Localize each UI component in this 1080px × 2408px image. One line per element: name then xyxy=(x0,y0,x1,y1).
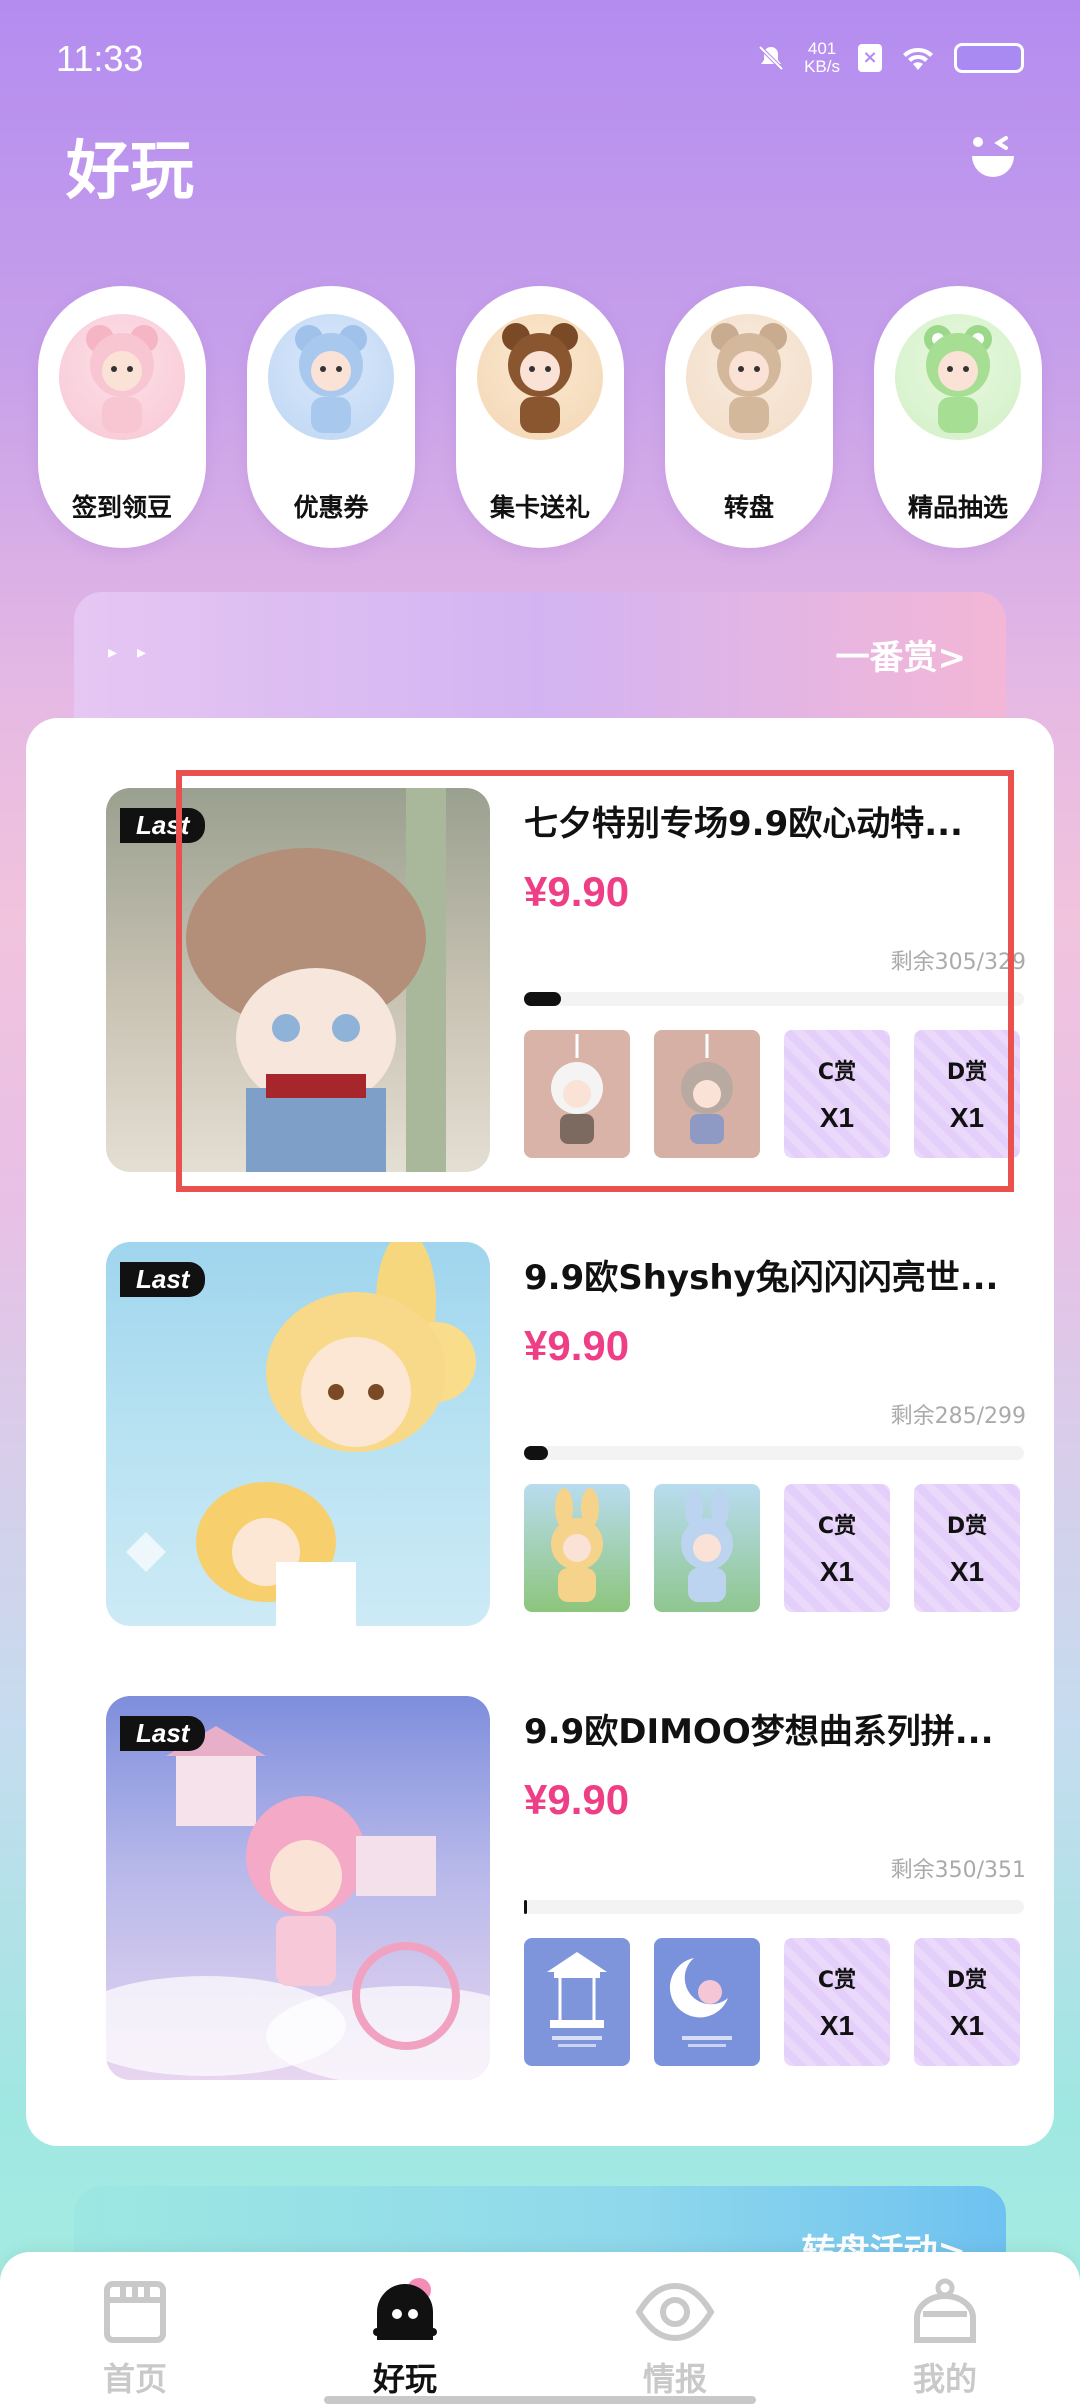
eye-icon xyxy=(635,2282,715,2342)
progress-fill xyxy=(524,1900,527,1914)
mascot-pink-icon xyxy=(59,314,185,440)
banner-sparkle-icon: ▸▸ xyxy=(108,642,167,663)
net-speed: 401 KB/s xyxy=(804,40,840,76)
wink-face-icon[interactable] xyxy=(968,132,1018,182)
grade-qty: X1 xyxy=(819,1556,855,1587)
category-row: 签到领豆 优惠券 集卡送礼 转盘 精品抽选 xyxy=(38,286,1042,548)
last-badge: Last xyxy=(120,1262,206,1297)
prize-thumb[interactable] xyxy=(524,1938,630,2066)
grade-label: D赏 xyxy=(946,1514,988,1539)
status-icons: 401 KB/s × xyxy=(756,40,1024,76)
item-title: 9.9欧DIMOO梦想曲系列拼... xyxy=(524,1712,994,1752)
battery-icon xyxy=(954,43,1024,73)
prize-grade-c[interactable]: C赏 X1 xyxy=(784,1938,890,2066)
stock-progress-bar xyxy=(524,1446,1024,1460)
nav-home[interactable]: 首页 xyxy=(35,2278,235,2408)
category-label: 精品抽选 xyxy=(907,493,1008,522)
prize-grade-c[interactable]: C赏 X1 xyxy=(784,1484,890,1612)
bunny-figure-image xyxy=(551,1488,603,1602)
category-label: 优惠券 xyxy=(293,493,369,522)
category-label: 签到领豆 xyxy=(71,493,172,522)
profile-icon xyxy=(914,2278,976,2343)
store-icon xyxy=(104,2281,166,2343)
prize-thumb[interactable] xyxy=(524,1484,630,1612)
carousel-card-image xyxy=(547,1952,607,2047)
page-title: 好玩 xyxy=(66,135,194,209)
item-price: ¥9.90 xyxy=(524,1776,630,1823)
bunny-figure-image xyxy=(681,1488,733,1602)
grade-qty: X1 xyxy=(819,2010,855,2041)
bottom-nav: 首页 好玩 情报 我的 xyxy=(0,2252,1080,2408)
grade-qty: X1 xyxy=(949,2010,985,2041)
grade-label: C赏 xyxy=(817,1968,857,1993)
net-speed-value: 401 xyxy=(807,39,837,58)
nav-label: 情报 xyxy=(642,2360,707,2398)
prize-thumb[interactable] xyxy=(654,1484,760,1612)
mascot-icon xyxy=(373,2278,437,2340)
prize-row: C赏 X1 D赏 X1 xyxy=(524,1938,1024,2066)
ichiban-banner[interactable]: ▸▸ 一番赏> xyxy=(74,592,1006,722)
moon-racer-card-image xyxy=(669,1958,732,2047)
category-wheel[interactable]: 转盘 xyxy=(665,286,833,548)
bunny-doll-image xyxy=(126,1242,476,1626)
mascot-brown-icon xyxy=(477,314,603,440)
mute-icon xyxy=(758,45,784,71)
category-checkin[interactable]: 签到领豆 xyxy=(38,286,206,548)
lottery-item[interactable]: Last 9.9欧Shyshy兔闪闪闪亮世... ¥9.90 剩余285/299… xyxy=(106,1242,1026,1628)
item-title: 9.9欧Shyshy兔闪闪闪亮世... xyxy=(524,1258,999,1298)
wifi-icon xyxy=(903,48,933,70)
net-speed-unit: KB/s xyxy=(804,57,840,76)
item-price: ¥9.90 xyxy=(524,1322,630,1369)
grade-label: D赏 xyxy=(946,1968,988,1993)
lottery-item[interactable]: Last 9.9欧DIMOO梦想曲系列拼... ¥9.90 剩余350/351 … xyxy=(106,1696,1026,2082)
item-thumbnail: Last xyxy=(106,1696,490,2080)
category-card-collect[interactable]: 集卡送礼 xyxy=(456,286,624,548)
progress-fill xyxy=(524,1446,548,1460)
item-remaining: 剩余350/351 xyxy=(890,1858,1026,1883)
grade-label: C赏 xyxy=(817,1514,857,1539)
stock-progress-bar xyxy=(524,1900,1024,1914)
sim-off-icon: × xyxy=(858,44,882,72)
mascot-blue-icon xyxy=(268,314,394,440)
item-thumbnail: Last xyxy=(106,1242,490,1626)
prize-grade-d[interactable]: D赏 X1 xyxy=(914,1484,1020,1612)
prize-grade-d[interactable]: D赏 X1 xyxy=(914,1938,1020,2066)
mascot-beige-icon xyxy=(686,314,812,440)
category-premium-draw[interactable]: 精品抽选 xyxy=(874,286,1042,548)
nav-intel[interactable]: 情报 xyxy=(575,2278,775,2408)
nav-fun[interactable]: 好玩 xyxy=(305,2278,505,2408)
mascot-frog-icon xyxy=(895,314,1021,440)
prize-row: C赏 X1 D赏 X1 xyxy=(524,1484,1024,1612)
nav-label: 我的 xyxy=(912,2360,977,2398)
home-indicator[interactable] xyxy=(324,2396,756,2404)
nav-label: 好玩 xyxy=(372,2360,437,2398)
item-remaining: 剩余285/299 xyxy=(890,1404,1026,1429)
prize-thumb[interactable] xyxy=(654,1938,760,2066)
category-label: 集卡送礼 xyxy=(489,493,590,522)
nav-mine[interactable]: 我的 xyxy=(845,2278,1045,2408)
grade-qty: X1 xyxy=(949,1556,985,1587)
category-label: 转盘 xyxy=(723,493,774,522)
highlight-box xyxy=(176,770,1014,1192)
nav-label: 首页 xyxy=(102,2360,167,2398)
carousel-scene-image xyxy=(106,1726,490,2080)
last-badge: Last xyxy=(120,1716,206,1751)
banner-label: 一番赏> xyxy=(835,638,967,678)
category-coupon[interactable]: 优惠券 xyxy=(247,286,415,548)
status-time: 11:33 xyxy=(56,38,144,79)
